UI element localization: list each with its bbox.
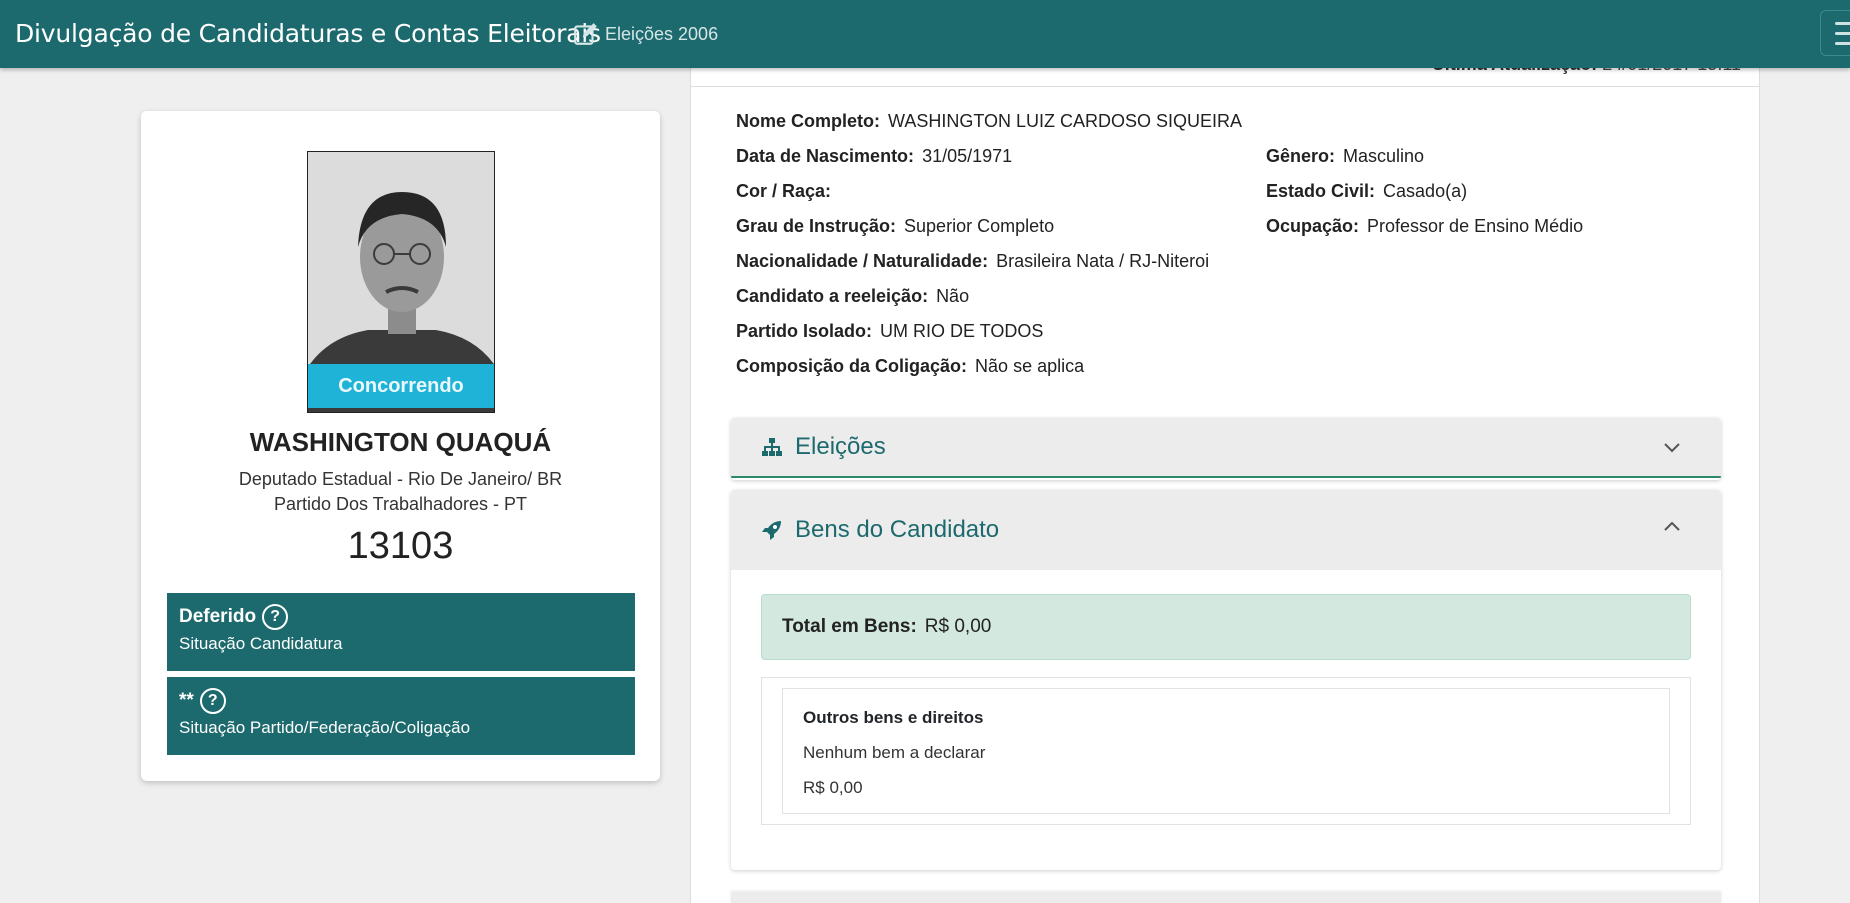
elections-section-header[interactable]: Eleições [731, 418, 1721, 478]
asset-description: Nenhum bem a declarar [803, 743, 986, 762]
field-reelection: Candidato a reeleição: Não [736, 285, 969, 307]
elections-link[interactable]: Eleições 2006 [573, 19, 718, 49]
total-assets-box: Total em Bens: R$ 0,00 [761, 594, 1691, 660]
candidate-party: Partido Dos Trabalhadores - PT [273, 494, 528, 514]
field-education: Grau de Instrução: Superior Completo [736, 215, 1054, 237]
hamburger-line [1835, 21, 1850, 25]
candidate-office: Deputado Estadual - Rio De Janeiro/ BR [238, 469, 563, 489]
candidacy-status-label: Situação Candidatura [179, 634, 343, 653]
candidate-photo: Concorrendo [307, 151, 495, 413]
party-status-box: ** ? Situação Partido/Federação/Coligaçã… [167, 677, 635, 755]
field-party-isolated: Partido Isolado: UM RIO DE TODOS [736, 320, 1043, 342]
help-icon[interactable]: ? [199, 688, 226, 714]
field-label: Ocupação: [1266, 216, 1360, 236]
field-label: Partido Isolado: [736, 321, 873, 341]
field-label: Composição da Coligação: [736, 356, 968, 376]
field-birth-date: Data de Nascimento: 31/05/1971 [736, 145, 1012, 167]
chevron-down-icon [1664, 443, 1680, 453]
assets-section: Bens do Candidato Total em Bens: R$ 0,00… [731, 490, 1721, 870]
next-section-header[interactable] [731, 892, 1721, 903]
candidacy-status-value: Deferido [179, 606, 257, 627]
field-label: Data de Nascimento: [736, 146, 915, 166]
elections-link-label: Eleições 2006 [605, 24, 719, 44]
asset-category: Outros bens e direitos [803, 708, 984, 727]
app-title[interactable]: Divulgação de Candidaturas e Contas Elei… [15, 19, 601, 49]
field-label: Candidato a reeleição: [736, 286, 929, 306]
candidate-number: 13103 [347, 525, 454, 567]
candidate-name: WASHINGTON QUAQUÁ [249, 427, 552, 457]
field-label: Estado Civil: [1266, 181, 1376, 201]
help-icon[interactable]: ? [262, 604, 289, 630]
field-label: Gênero: [1266, 146, 1336, 166]
field-value: Masculino [1343, 146, 1425, 166]
field-occupation: Ocupação: Professor de Ensino Médio [1266, 215, 1583, 237]
field-label: Nacionalidade / Naturalidade: [736, 251, 989, 271]
top-navbar: Divulgação de Candidaturas e Contas Elei… [0, 0, 1850, 68]
field-label: Nome Completo: [736, 111, 880, 131]
total-assets-value: R$ 0,00 [924, 616, 992, 637]
rocket-icon [762, 521, 781, 540]
field-label: Grau de Instrução: [736, 216, 897, 236]
party-status-value: ** [179, 690, 194, 711]
hamburger-menu-button[interactable] [1820, 10, 1850, 56]
elections-section-title: Eleições [795, 433, 886, 460]
field-value: Superior Completo [904, 216, 1055, 236]
total-assets-label: Total em Bens: [782, 616, 917, 637]
edit-icon [574, 23, 597, 45]
hamburger-line [1835, 31, 1850, 35]
assets-list: Outros bens e direitos Nenhum bem a decl… [761, 677, 1691, 825]
elections-section: Eleições [731, 418, 1721, 480]
hamburger-line [1835, 41, 1850, 45]
candidate-details-panel: Última Atualização: 24/01/2017 15:11 Nom… [690, 50, 1760, 903]
asset-value: R$ 0,00 [803, 778, 863, 797]
field-race: Cor / Raça: [736, 180, 839, 202]
status-badge: Concorrendo [308, 364, 494, 408]
field-value: 31/05/1971 [922, 146, 1013, 166]
field-value: WASHINGTON LUIZ CARDOSO SIQUEIRA [888, 111, 1243, 131]
asset-item: Outros bens e direitos Nenhum bem a decl… [782, 688, 1670, 814]
assets-section-header[interactable]: Bens do Candidato [731, 490, 1721, 570]
field-value: Casado(a) [1383, 181, 1468, 201]
candidacy-status-box: Deferido ? Situação Candidatura [167, 593, 635, 671]
chevron-up-icon [1664, 521, 1680, 531]
sitemap-icon [762, 438, 782, 456]
field-nationality: Nacionalidade / Naturalidade: Brasileira … [736, 250, 1209, 272]
field-value: Professor de Ensino Médio [1367, 216, 1584, 236]
field-gender: Gênero: Masculino [1266, 145, 1424, 167]
field-label: Cor / Raça: [736, 181, 832, 201]
field-value: Não se aplica [975, 356, 1085, 376]
party-status-label: Situação Partido/Federação/Coligação [179, 718, 471, 737]
field-value: Não [936, 286, 970, 306]
field-marital-status: Estado Civil: Casado(a) [1266, 180, 1467, 202]
field-full-name: Nome Completo: WASHINGTON LUIZ CARDOSO SI… [736, 110, 1242, 132]
field-value: Brasileira Nata / RJ-Niteroi [996, 251, 1210, 271]
field-coalition: Composição da Coligação: Não se aplica [736, 355, 1084, 377]
candidate-card: Concorrendo WASHINGTON QUAQUÁ Deputado E… [141, 111, 660, 781]
assets-section-title: Bens do Candidato [795, 516, 1000, 543]
field-value: UM RIO DE TODOS [880, 321, 1044, 341]
